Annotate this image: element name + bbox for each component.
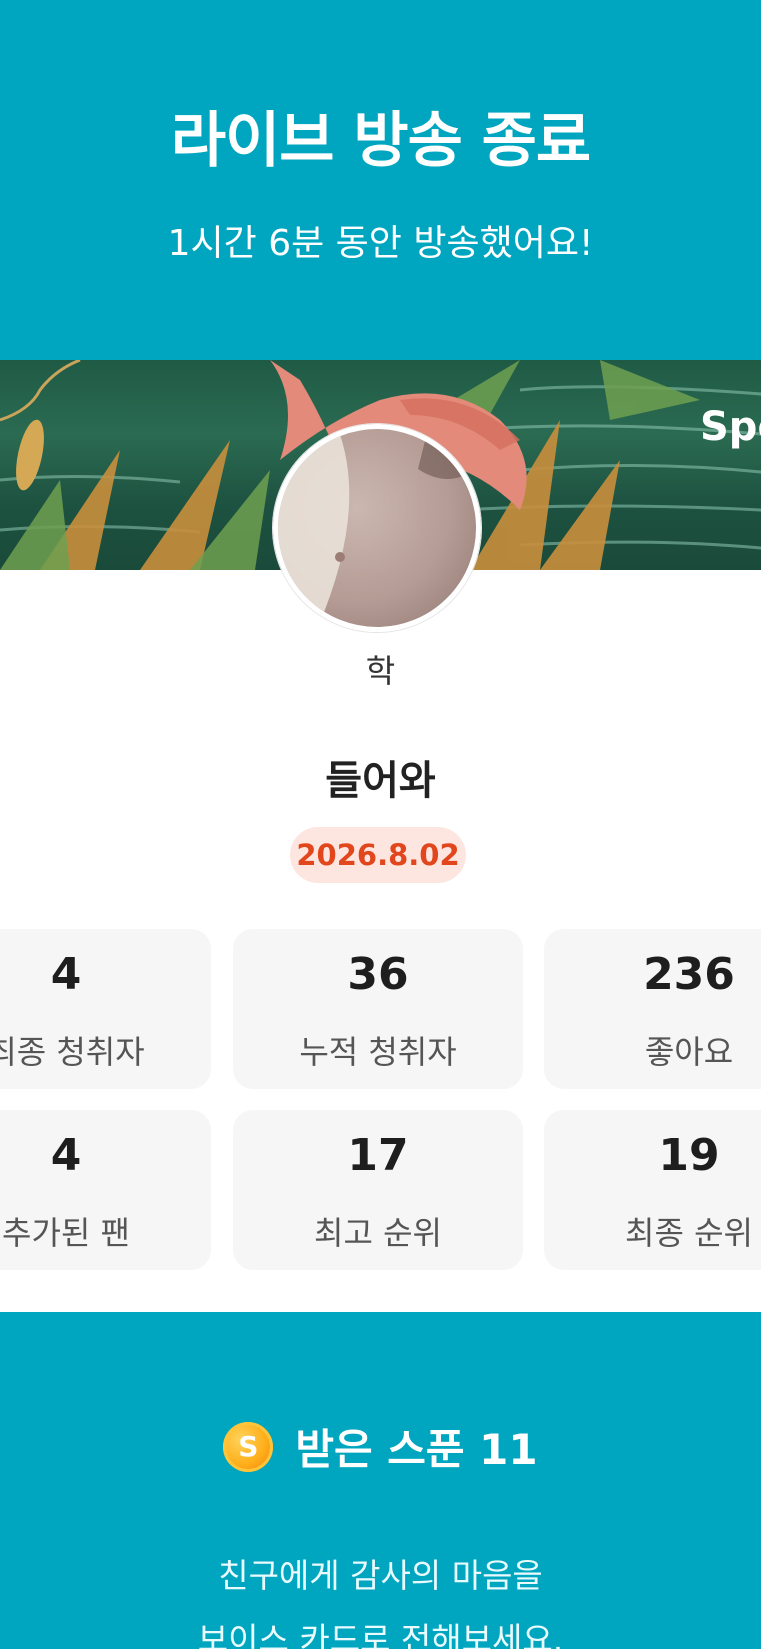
stat-value: 36 (347, 949, 409, 1000)
date-badge: 2026.8.02 (290, 827, 466, 883)
voice-card-prompt-line1: 친구에게 감사의 마음을 (218, 1556, 543, 1595)
broadcast-title: 들어와 (325, 758, 436, 804)
page-title: 라이브 방송 종료 (170, 106, 591, 176)
avatar[interactable] (273, 424, 481, 632)
spoon-count: 11 (479, 1425, 538, 1474)
avatar-photo (278, 429, 476, 627)
stat-value: 236 (643, 949, 735, 1000)
stat-card-total-listeners: 36 누적 청취자 (233, 929, 523, 1089)
duration-text: 1시간 6분 동안 방송했어요! (167, 223, 594, 264)
stat-value: 19 (658, 1130, 720, 1181)
stat-card-likes: 236 좋아요 (544, 929, 761, 1089)
stat-label: 최종 순위 (625, 1214, 753, 1252)
live-end-header: 라이브 방송 종료 1시간 6분 동안 방송했어요! (0, 0, 761, 360)
stat-label: 좋아요 (644, 1033, 734, 1071)
stat-value: 4 (50, 1130, 82, 1181)
username: 학 (365, 652, 396, 690)
received-spoon-text: 받은 스푼 11 (295, 1416, 537, 1477)
stat-label: 최고 순위 (314, 1214, 442, 1252)
stat-card-final-listeners: 4 최종 청취자 (0, 929, 211, 1089)
stat-card-best-rank: 17 최고 순위 (233, 1110, 523, 1270)
spoon-coin-icon: S (223, 1421, 274, 1472)
stat-value: 17 (347, 1130, 409, 1181)
stat-label: 최종 청취자 (0, 1033, 145, 1071)
received-spoon-row: S 받은 스푼 11 (0, 1416, 761, 1476)
voice-card-prompt: 친구에게 감사의 마음을 보이스 카드로 전해보세요. (0, 1544, 761, 1649)
spoon-summary-section: S 받은 스푼 11 친구에게 감사의 마음을 보이스 카드로 전해보세요. (0, 1312, 761, 1649)
stat-value: 4 (50, 949, 82, 1000)
voice-card-prompt-line2: 보이스 카드로 전해보세요. (197, 1620, 564, 1649)
stat-label: 추가된 팬 (2, 1214, 130, 1252)
stat-card-new-fans: 4 추가된 팬 (0, 1110, 211, 1270)
live-end-screen: 라이브 방송 종료 1시간 6분 동안 방송했어요! Sp 학 들어와 2026… (0, 0, 761, 1649)
stat-card-final-rank: 19 최종 순위 (544, 1110, 761, 1270)
cover-text: Spo (700, 404, 761, 450)
spoon-label: 받은 스푼 (295, 1425, 465, 1474)
stat-label: 누적 청취자 (299, 1033, 457, 1071)
